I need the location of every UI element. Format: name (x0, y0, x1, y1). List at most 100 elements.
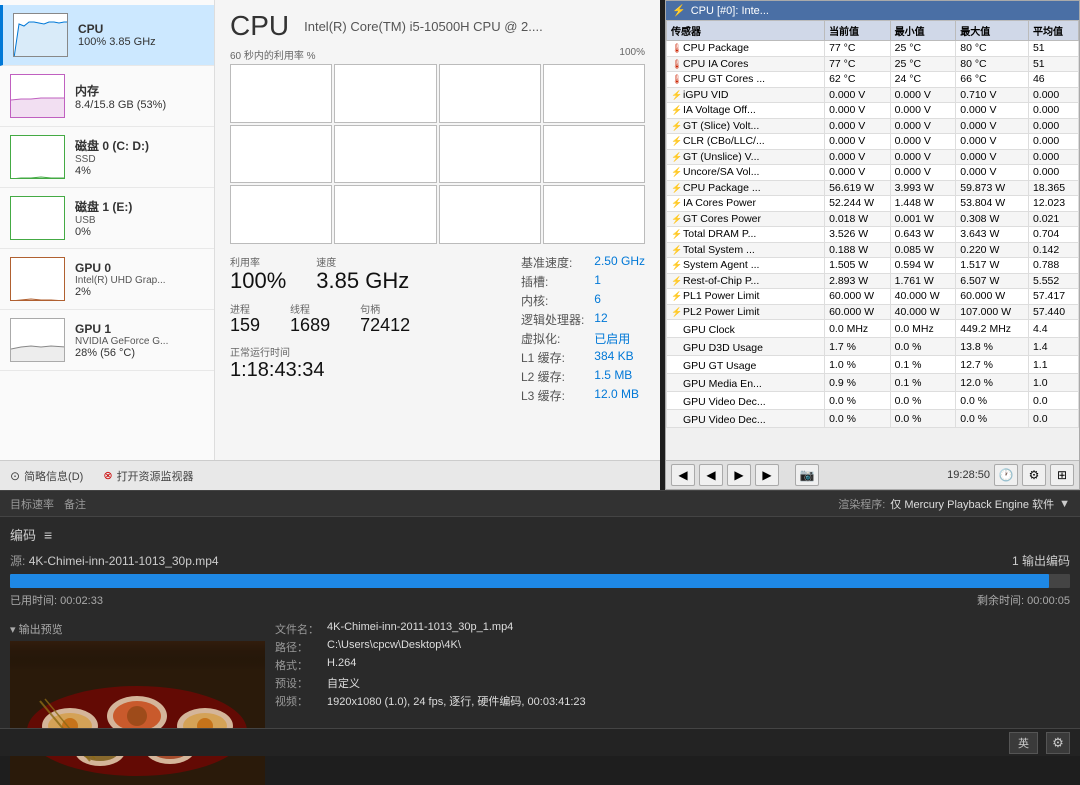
monitor-icon: ⊗ (103, 469, 112, 482)
sidebar-item-cpu[interactable]: CPU 100% 3.85 GHz (0, 5, 214, 66)
open-monitor-btn[interactable]: ⊗ 打开资源监视器 (103, 468, 193, 484)
hwinfo-titlebar: ⚡ CPU [#0]: Inte... (666, 1, 1079, 20)
sensor-max: 66 °C (956, 72, 1029, 88)
chevron-icon: ⊙ (10, 469, 20, 483)
sensor-avg: 57.440 (1028, 304, 1078, 320)
sensor-avg: 0.142 (1028, 242, 1078, 258)
hwinfo-table-row[interactable]: GPU Video Dec... 0.0 % 0.0 % 0.0 % 0.0 (667, 392, 1079, 410)
hwinfo-table-row[interactable]: 🌡CPU GT Cores ... 62 °C 24 °C 66 °C 46 (667, 72, 1079, 88)
hwinfo-table-row[interactable]: ⚡PL1 Power Limit 60.000 W 40.000 W 60.00… (667, 289, 1079, 305)
hwinfo-table-row[interactable]: ⚡GT (Unslice) V... 0.000 V 0.000 V 0.000… (667, 149, 1079, 165)
sensor-min: 24 °C (890, 72, 956, 88)
sensor-min: 40.000 W (890, 304, 956, 320)
cpu-model-label: Intel(R) Core(TM) i5-10500H CPU @ 2.... (304, 19, 543, 34)
hw-settings-btn[interactable]: ⚙ (1022, 464, 1046, 486)
power-icon: ⚡ (671, 120, 683, 132)
hwinfo-table-row[interactable]: 🌡CPU IA Cores 77 °C 25 °C 80 °C 51 (667, 56, 1079, 72)
nav-forward2-btn[interactable]: ▶ (755, 464, 779, 486)
col-current: 当前值 (825, 21, 891, 41)
sensor-min: 0.000 V (890, 149, 956, 165)
summary-btn[interactable]: ⊙ 简略信息(D) (10, 468, 83, 484)
sensor-icon (671, 321, 683, 333)
sensor-avg: 51 (1028, 41, 1078, 57)
sensor-name-cell: ⚡CPU Package ... (667, 180, 825, 196)
clock-icon-btn[interactable]: 🕐 (994, 464, 1018, 486)
hwinfo-table-row[interactable]: GPU Media En... 0.9 % 0.1 % 12.0 % 1.0 (667, 374, 1079, 392)
hwinfo-table-row[interactable]: ⚡GT (Slice) Volt... 0.000 V 0.000 V 0.00… (667, 118, 1079, 134)
output-preview-section: ▾ 输出预览 (0, 621, 1080, 785)
sidebar-item-gpu0[interactable]: GPU 0 Intel(R) UHD Grap... 2% (0, 249, 214, 310)
power-icon: ⚡ (671, 275, 683, 287)
hwinfo-table-row[interactable]: ⚡CPU Package ... 56.619 W 3.993 W 59.873… (667, 180, 1079, 196)
power-icon: ⚡ (671, 229, 683, 241)
sensor-current: 60.000 W (825, 289, 891, 305)
hwinfo-table-row[interactable]: ⚡GT Cores Power 0.018 W 0.001 W 0.308 W … (667, 211, 1079, 227)
gpu1-sidebar-label: GPU 1 NVIDIA GeForce G... 28% (56 °C) (75, 322, 168, 359)
hwinfo-table-row[interactable]: ⚡iGPU VID 0.000 V 0.000 V 0.710 V 0.000 (667, 87, 1079, 103)
settings-gear-button[interactable]: ⚙ (1046, 732, 1070, 754)
task-manager: CPU 100% 3.85 GHz 内存 8.4/15.8 GB (53%) (0, 0, 660, 490)
hwinfo-table-row[interactable]: ⚡Uncore/SA Vol... 0.000 V 0.000 V 0.000 … (667, 165, 1079, 181)
cpu-core-graph-0 (230, 64, 332, 123)
sensor-current: 56.619 W (825, 180, 891, 196)
sensor-icon (671, 339, 683, 351)
hwinfo-table-row[interactable]: ⚡CLR (CBo/LLC/... 0.000 V 0.000 V 0.000 … (667, 134, 1079, 150)
hwinfo-table-row[interactable]: GPU D3D Usage 1.7 % 0.0 % 13.8 % 1.4 (667, 338, 1079, 356)
output-preview-toggle[interactable]: ▾ 输出预览 (10, 621, 265, 637)
hwinfo-table-row[interactable]: ⚡System Agent ... 1.505 W 0.594 W 1.517 … (667, 258, 1079, 274)
hwinfo-table-container[interactable]: 传感器 当前值 最小值 最大值 平均值 🌡CPU Package 77 °C 2… (666, 20, 1079, 460)
sidebar-item-disk0[interactable]: 磁盘 0 (C: D:) SSD 4% (0, 127, 214, 188)
hwinfo-table-row[interactable]: ⚡Total System ... 0.188 W 0.085 W 0.220 … (667, 242, 1079, 258)
sensor-current: 0.018 W (825, 211, 891, 227)
sensor-min: 0.643 W (890, 227, 956, 243)
nav-back2-btn[interactable]: ◀ (699, 464, 723, 486)
sensor-current: 0.000 V (825, 149, 891, 165)
sensor-max: 3.643 W (956, 227, 1029, 243)
nav-forward-btn[interactable]: ▶ (727, 464, 751, 486)
sensor-current: 0.000 V (825, 118, 891, 134)
cpu-graphs-grid (230, 64, 645, 244)
mem-sidebar-label: 内存 8.4/15.8 GB (53%) (75, 82, 166, 111)
sensor-min: 0.000 V (890, 134, 956, 150)
power-icon: ⚡ (671, 167, 683, 179)
hwinfo-table-row[interactable]: ⚡Total DRAM P... 3.526 W 0.643 W 3.643 W… (667, 227, 1079, 243)
sensor-max: 0.0 % (956, 392, 1029, 410)
nav-back-btn[interactable]: ◀ (671, 464, 695, 486)
sensor-max: 0.308 W (956, 211, 1029, 227)
hwinfo-table-row[interactable]: ⚡Rest-of-Chip P... 2.893 W 1.761 W 6.507… (667, 273, 1079, 289)
hwinfo-table-row[interactable]: GPU Video Dec... 0.0 % 0.0 % 0.0 % 0.0 (667, 410, 1079, 428)
hwinfo-table-row[interactable]: ⚡IA Cores Power 52.244 W 1.448 W 53.804 … (667, 196, 1079, 212)
dropdown-icon[interactable]: ▼ (1059, 498, 1070, 510)
hwinfo-table-row[interactable]: GPU Clock 0.0 MHz 0.0 MHz 449.2 MHz 4.4 (667, 320, 1079, 338)
hwinfo-table-row[interactable]: GPU GT Usage 1.0 % 0.1 % 12.7 % 1.1 (667, 356, 1079, 374)
hwinfo-table-row[interactable]: ⚡IA Voltage Off... 0.000 V 0.000 V 0.000… (667, 103, 1079, 119)
sensor-max: 0.710 V (956, 87, 1029, 103)
cpu-core-graph-10 (439, 185, 541, 244)
sidebar-item-gpu1[interactable]: GPU 1 NVIDIA GeForce G... 28% (56 °C) (0, 310, 214, 371)
right-stats: 基准速度: 2.50 GHz 插槽: 1 内核: 6 逻辑处理器: 12 虚拟化… (521, 254, 645, 404)
sensor-icon (671, 393, 683, 405)
gpu1-mini-graph (10, 318, 65, 362)
sensor-max: 53.804 W (956, 196, 1029, 212)
hwinfo-table-row[interactable]: 🌡CPU Package 77 °C 25 °C 80 °C 51 (667, 41, 1079, 57)
hw-extra-btn[interactable]: ⊞ (1050, 464, 1074, 486)
sidebar-item-memory[interactable]: 内存 8.4/15.8 GB (53%) (0, 66, 214, 127)
temp-icon: 🌡 (671, 74, 683, 86)
lang-button[interactable]: 英 (1009, 732, 1038, 754)
gpu0-sidebar-label: GPU 0 Intel(R) UHD Grap... 2% (75, 261, 166, 298)
sensor-avg: 0.000 (1028, 118, 1078, 134)
sensor-min: 0.0 MHz (890, 320, 956, 338)
snapshot-btn[interactable]: 📷 (795, 464, 819, 486)
premiere-bottom-bar: 英 ⚙ (0, 728, 1080, 756)
hwinfo-table-header: 传感器 当前值 最小值 最大值 平均值 (667, 21, 1079, 41)
sidebar-item-disk1[interactable]: 磁盘 1 (E:) USB 0% (0, 188, 214, 249)
cpu-core-graph-7 (543, 125, 645, 184)
sensor-min: 0.000 V (890, 118, 956, 134)
sensor-current: 60.000 W (825, 304, 891, 320)
sensor-name-cell: ⚡Uncore/SA Vol... (667, 165, 825, 181)
sensor-min: 0.001 W (890, 211, 956, 227)
sensor-icon (671, 357, 683, 369)
sensor-name-cell: ⚡PL1 Power Limit (667, 289, 825, 305)
power-icon: ⚡ (671, 306, 683, 318)
hwinfo-table-row[interactable]: ⚡PL2 Power Limit 60.000 W 40.000 W 107.0… (667, 304, 1079, 320)
